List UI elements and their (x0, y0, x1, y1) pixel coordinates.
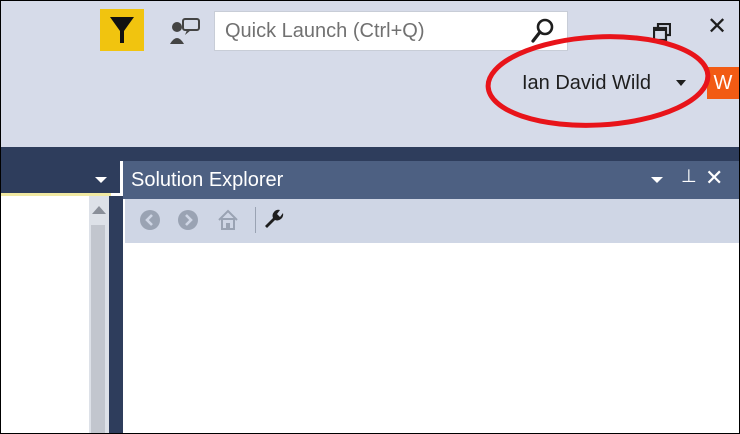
forward-icon[interactable] (177, 209, 199, 231)
filter-icon (110, 17, 134, 43)
solution-explorer-tree[interactable] (125, 243, 739, 433)
restore-window-icon[interactable] (653, 23, 671, 41)
pin-icon[interactable]: ⊥ (681, 166, 697, 187)
quick-launch-box[interactable] (214, 11, 568, 51)
toolbar-separator (255, 207, 256, 233)
chevron-down-icon[interactable] (676, 80, 686, 86)
quick-launch-input[interactable] (215, 12, 525, 50)
scrollbar-thumb[interactable] (91, 225, 105, 433)
feedback-icon[interactable] (169, 17, 201, 45)
dock-divider (1, 147, 739, 161)
home-icon[interactable] (217, 209, 239, 231)
left-panel-content (1, 196, 89, 433)
title-bar: ✕ Ian David Wild W (1, 1, 739, 147)
account-name[interactable]: Ian David Wild (522, 72, 651, 95)
scroll-up-icon[interactable] (92, 206, 106, 214)
solution-explorer-title: Solution Explorer (131, 169, 284, 191)
solution-explorer-toolbar (125, 199, 739, 243)
panel-splitter[interactable] (109, 196, 123, 433)
ide-window: ✕ Ian David Wild W Solution Explorer ⊥ ✕ (0, 0, 740, 434)
office-account-badge[interactable]: W (707, 67, 739, 99)
search-icon[interactable] (531, 18, 555, 44)
back-icon[interactable] (139, 209, 161, 231)
chevron-down-icon[interactable] (651, 177, 663, 183)
chevron-down-icon[interactable] (95, 177, 107, 183)
properties-wrench-icon[interactable] (263, 209, 285, 231)
filter-button[interactable] (100, 9, 144, 51)
solution-explorer-header: Solution Explorer ⊥ ✕ (123, 161, 739, 199)
close-icon[interactable]: ✕ (707, 15, 727, 39)
close-icon[interactable]: ✕ (705, 165, 723, 191)
